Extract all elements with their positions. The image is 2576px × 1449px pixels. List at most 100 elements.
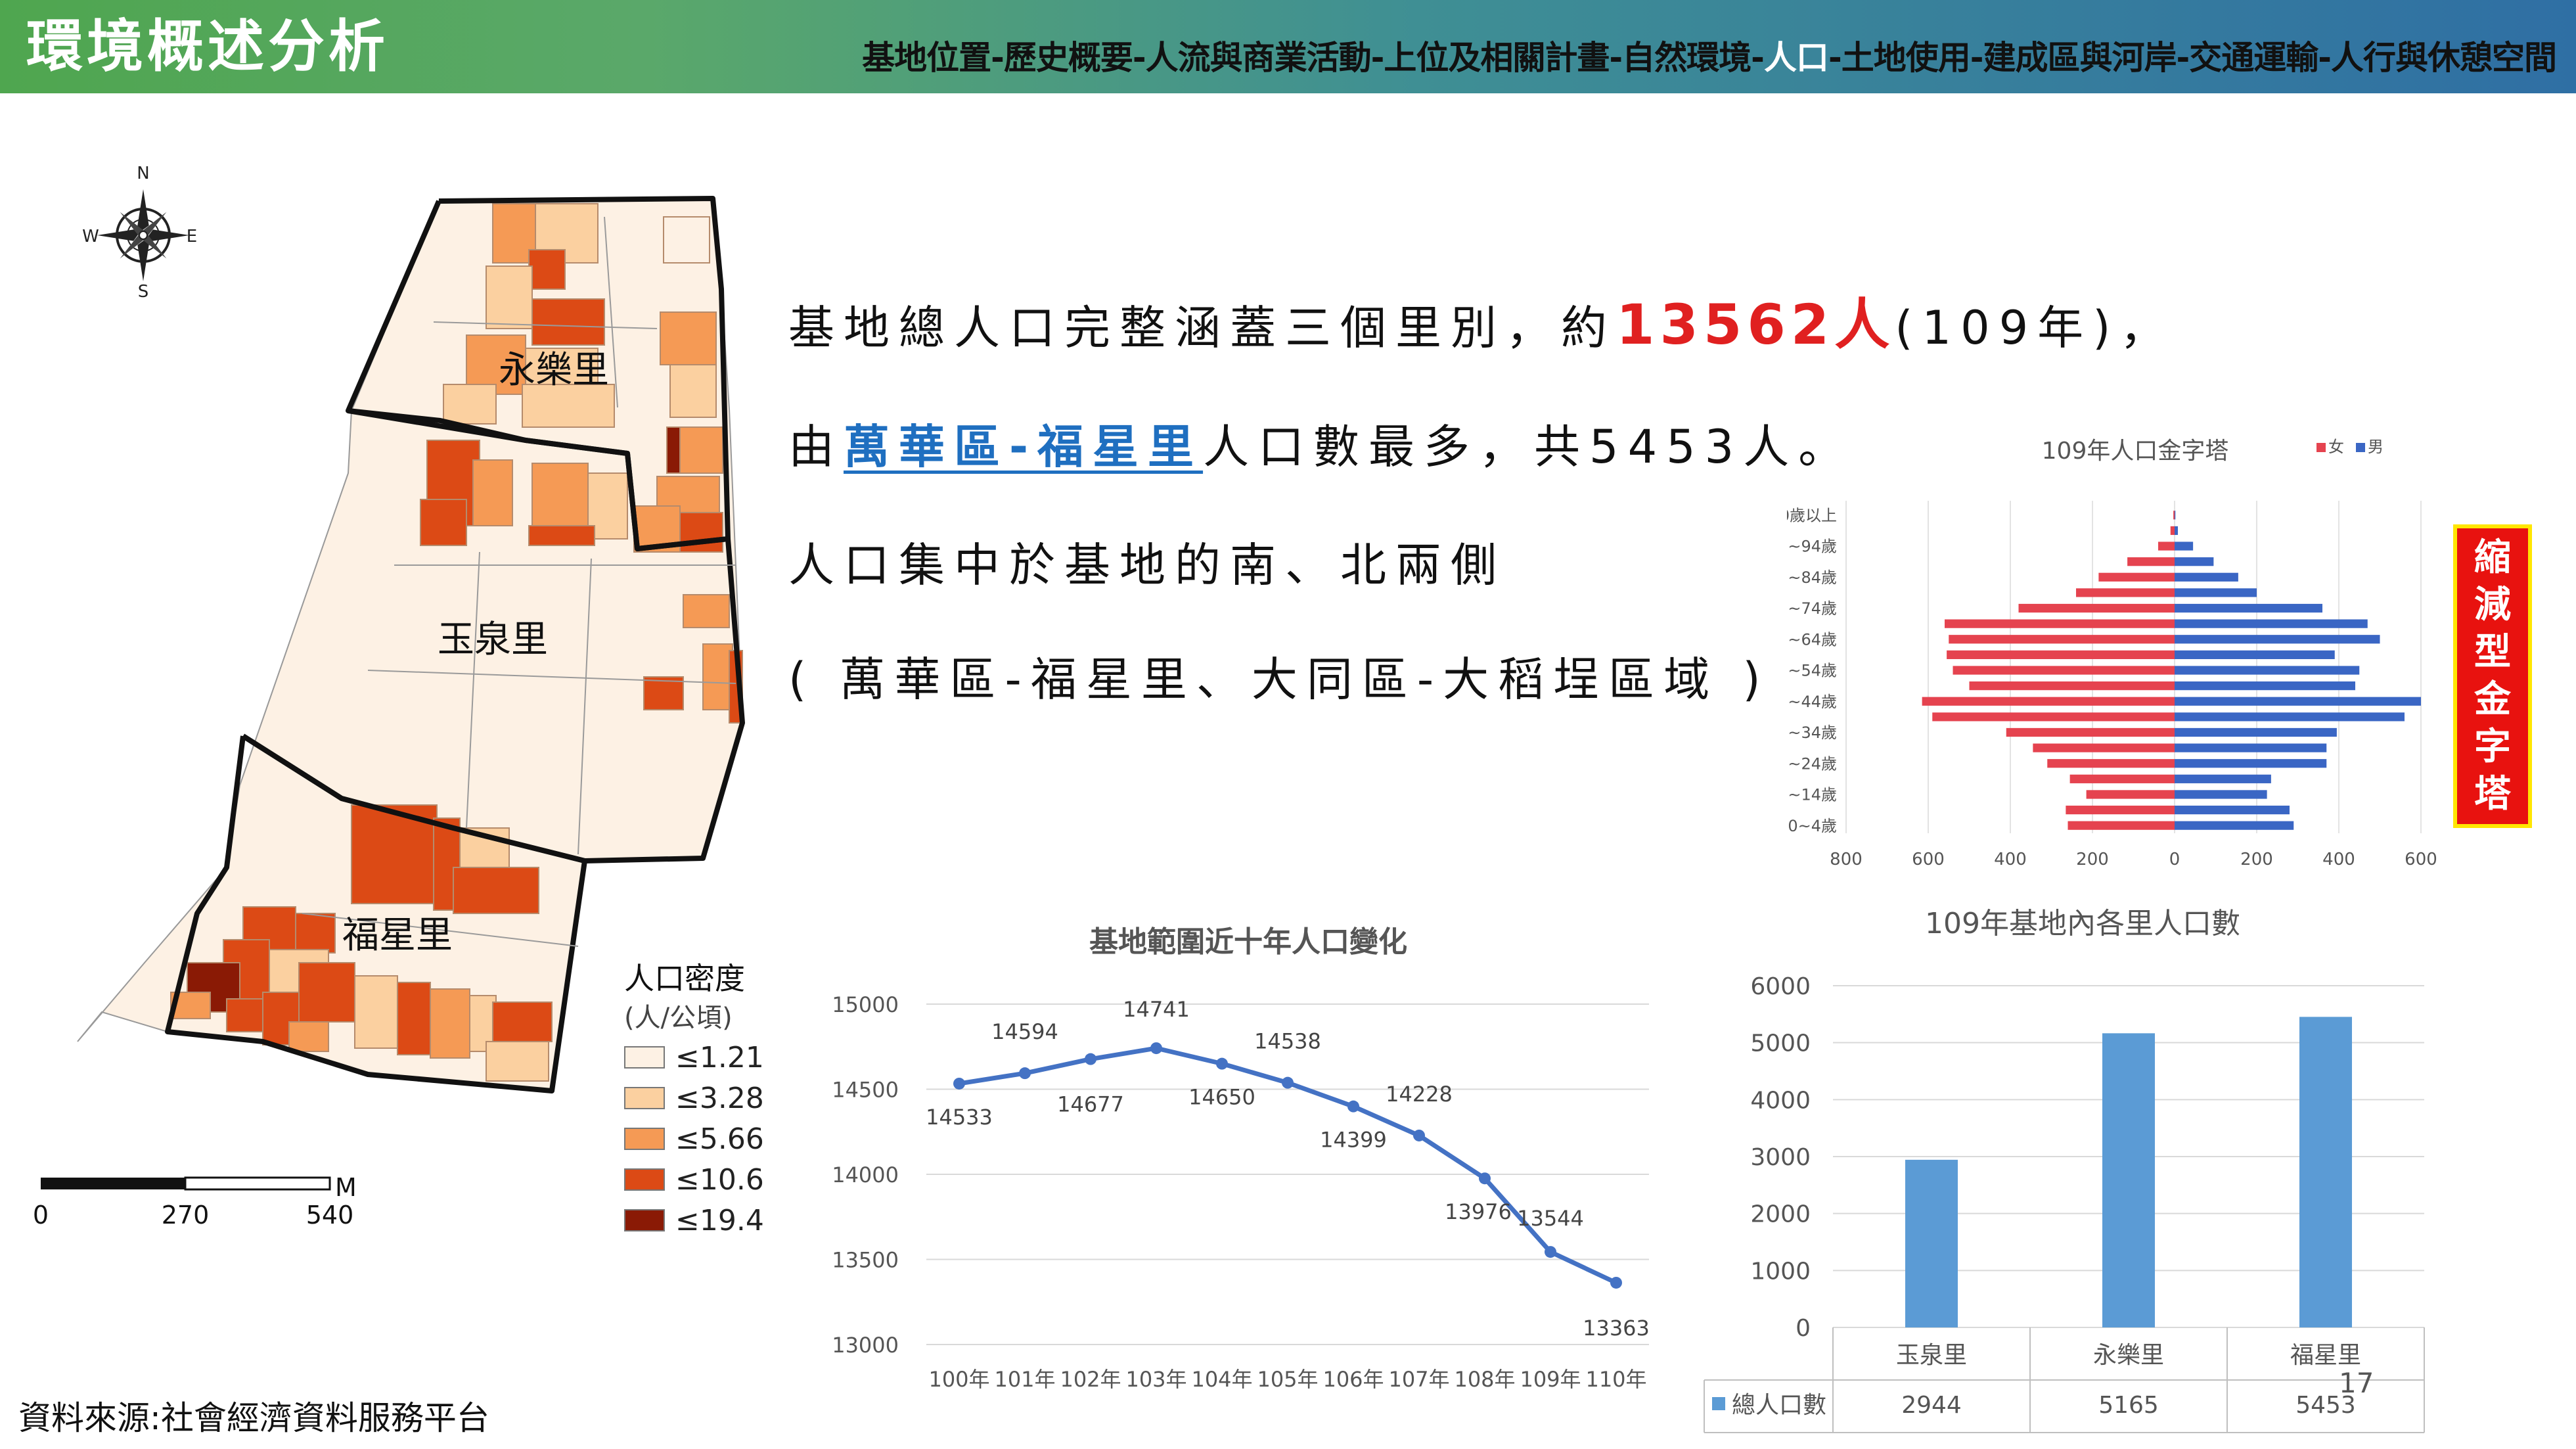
- badge-char: 金: [2474, 678, 2511, 721]
- scalebar-tick-540: 540: [306, 1201, 354, 1230]
- line-chart-y-tick: 14000: [832, 1162, 899, 1187]
- compass-rose-icon: [97, 189, 189, 281]
- pyramid-bar-male: [2175, 759, 2327, 768]
- pyramid-bar-male: [2175, 572, 2238, 582]
- line-chart-data-label: 14228: [1386, 1082, 1453, 1107]
- line-chart-data-label: 14677: [1057, 1092, 1124, 1117]
- bar-chart-y-tick: 4000: [1750, 1087, 1811, 1114]
- legend-title: 人口密度: [624, 961, 745, 996]
- pyramid-bar-female: [2006, 727, 2175, 737]
- site-base-area: [77, 197, 744, 1092]
- bar-chart-y-tick: 0: [1796, 1315, 1811, 1342]
- legend-swatch: [624, 1046, 665, 1069]
- bar-chart-category-label: 永樂里: [2093, 1342, 2164, 1369]
- pyramid-bar-female: [1922, 697, 2175, 706]
- scalebar-unit: M: [335, 1173, 357, 1202]
- bar-chart-category-label: 福星里: [2290, 1342, 2361, 1369]
- nav-item-5[interactable]: 人口: [1764, 39, 1829, 77]
- nav-item-0[interactable]: 基地位置: [862, 39, 991, 77]
- line-chart-x-tick: 107年: [1388, 1367, 1449, 1392]
- pyramid-bar-female: [2127, 557, 2175, 566]
- pyramid-y-tick: 30~34歲: [1787, 724, 1837, 742]
- nav-item-9[interactable]: 人行與休憩空間: [2331, 39, 2557, 77]
- line-chart-point: [1150, 1042, 1162, 1055]
- nav-item-7[interactable]: 建成區與河岸: [1983, 39, 2177, 77]
- compass-south-label: S: [138, 282, 149, 302]
- pyramid-y-tick: 50~54歲: [1787, 662, 1837, 680]
- pyramid-x-tick: 800: [1830, 850, 1863, 869]
- legend-label: ≤10.6: [675, 1162, 764, 1197]
- pyramid-y-tick: 10~14歲: [1787, 786, 1837, 804]
- nav-item-8[interactable]: 交通運輸: [2189, 39, 2318, 77]
- pyramid-y-tick: 90~94歲: [1787, 538, 1837, 556]
- line-chart-data-label: 14650: [1188, 1085, 1255, 1110]
- pyramid-bar-female: [2018, 603, 2175, 613]
- village-population-chart: 109年基地內各里人口數 0 1000 2000 3000 4000 5000 6000 總人口…: [1704, 907, 2425, 1433]
- line-chart-x-tick: 108年: [1454, 1367, 1515, 1392]
- pyramid-bar-female: [2033, 743, 2175, 752]
- nav-item-1[interactable]: 歷史概要: [1004, 39, 1133, 77]
- pyramid-bar-male: [2175, 790, 2267, 799]
- pyramid-x-tick: 200: [2240, 850, 2273, 869]
- nav-item-4[interactable]: 自然環境: [1622, 39, 1751, 77]
- compass-north-label: N: [137, 164, 149, 183]
- line-chart-x-tick: 110年: [1585, 1367, 1646, 1392]
- nav-item-6[interactable]: 土地使用: [1842, 39, 1971, 77]
- nav-item-2[interactable]: 人流與商業活動: [1146, 39, 1372, 77]
- pyramid-bar-male: [2175, 541, 2194, 551]
- pyramid-bar-female: [1932, 712, 2175, 722]
- pyramid-y-tick: 80~84歲: [1787, 568, 1837, 587]
- line-chart-y-tick: 13500: [832, 1248, 899, 1273]
- pyramid-bar-female: [1969, 681, 2175, 691]
- fuxing-village-link[interactable]: 萬華區-福星里: [844, 420, 1203, 474]
- bar-chart-bar: [1905, 1159, 1958, 1327]
- line-chart-point: [1282, 1076, 1294, 1089]
- pyramid-bar-female: [2086, 790, 2175, 799]
- pyramid-bar-female: [2047, 759, 2175, 768]
- pyramid-x-tick: 200: [2076, 850, 2109, 869]
- pyramid-bar-female: [2068, 821, 2175, 830]
- pyramid-bar-female: [2170, 526, 2175, 536]
- legend-unit: (人/公頃): [624, 1003, 733, 1033]
- map-label-yongle: 永樂里: [499, 349, 609, 392]
- legend-swatch: [624, 1209, 665, 1231]
- line-chart-point: [1413, 1129, 1425, 1141]
- bar-chart-bar: [2102, 1033, 2155, 1327]
- pyramid-bar-male: [2175, 727, 2337, 737]
- pyramid-bar-female: [1949, 635, 2175, 644]
- line-chart-data-label: 13363: [1583, 1316, 1650, 1341]
- line-chart-point: [1085, 1053, 1096, 1065]
- pyramid-legend-male: 男: [2368, 438, 2384, 456]
- summary-line-1-suffix: (109年)，: [1895, 301, 2175, 355]
- pyramid-bar-male: [2175, 650, 2335, 659]
- legend-label: ≤5.66: [675, 1122, 764, 1156]
- pyramid-bar-male: [2175, 681, 2355, 691]
- pyramid-bar-female: [1953, 666, 2175, 675]
- map-scalebar: 0 270 540 M: [33, 1173, 357, 1230]
- pyramid-y-tick: 40~44歲: [1787, 693, 1837, 711]
- line-chart-point: [1545, 1246, 1556, 1258]
- pyramid-bar-male: [2175, 603, 2322, 613]
- nav-separator: -: [2176, 39, 2190, 77]
- map-label-fuxing: 福星里: [342, 914, 453, 957]
- scalebar-tick-0: 0: [33, 1201, 49, 1230]
- line-chart-x-tick: 100年: [928, 1367, 989, 1392]
- badge-char: 型: [2474, 631, 2511, 674]
- pyramid-bar-female: [1945, 619, 2175, 628]
- line-chart-y-tick: 13000: [832, 1333, 899, 1358]
- legend-item: ≤3.28: [624, 1078, 795, 1118]
- compass-east-label: E: [187, 227, 197, 246]
- page-number: 17: [2339, 1367, 2374, 1399]
- legend-item: ≤5.66: [624, 1118, 795, 1159]
- pyramid-x-tick: 0: [2169, 850, 2181, 869]
- population-trend-chart: 基地範圍近十年人口變化 13000 13500 14000 14500 15000 100年…: [832, 925, 1650, 1392]
- pyramid-bar-male: [2175, 619, 2368, 628]
- nav-separator: -: [1751, 39, 1765, 77]
- line-chart-data-label: 14533: [926, 1105, 993, 1130]
- line-chart-x-tick: 101年: [994, 1367, 1055, 1392]
- pyramid-bar-male: [2175, 697, 2421, 706]
- nav-separator: -: [1132, 39, 1146, 77]
- summary-line-4: ( 萬華區-福星里、大同區-大稻埕區域 ): [788, 653, 1770, 706]
- badge-char: 減: [2474, 584, 2511, 626]
- nav-item-3[interactable]: 上位及相關計畫: [1384, 39, 1610, 77]
